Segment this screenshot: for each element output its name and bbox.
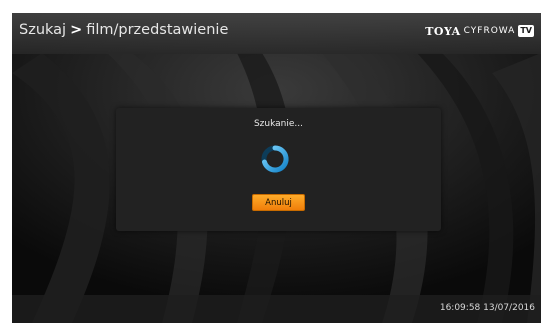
cancel-button[interactable]: Anuluj xyxy=(252,194,305,211)
breadcrumb-item-search[interactable]: Szukaj xyxy=(19,22,66,38)
logo-tv-badge: TV xyxy=(518,25,534,37)
dialog-title: Szukanie... xyxy=(253,119,304,129)
breadcrumb: Szukaj > film/przedstawienie xyxy=(19,22,228,38)
tv-screen: Szukaj > film/przedstawienie TOYA CYFROWA … xyxy=(12,13,541,323)
logo-sub: CYFROWA xyxy=(463,26,516,36)
status-bar: 16:09:58 13/07/2016 xyxy=(12,295,541,323)
top-bar: Szukaj > film/przedstawienie TOYA CYFROWA … xyxy=(12,13,541,54)
search-dialog: Szukanie... Anuluj xyxy=(116,108,441,231)
clock-datetime: 16:09:58 13/07/2016 xyxy=(439,303,535,313)
toya-logo: TOYA CYFROWA TV xyxy=(425,24,534,38)
breadcrumb-item-current: film/przedstawienie xyxy=(86,22,229,38)
logo-brand: TOYA xyxy=(425,24,461,38)
breadcrumb-separator: > xyxy=(70,22,83,38)
loading-spinner-icon xyxy=(261,145,289,173)
